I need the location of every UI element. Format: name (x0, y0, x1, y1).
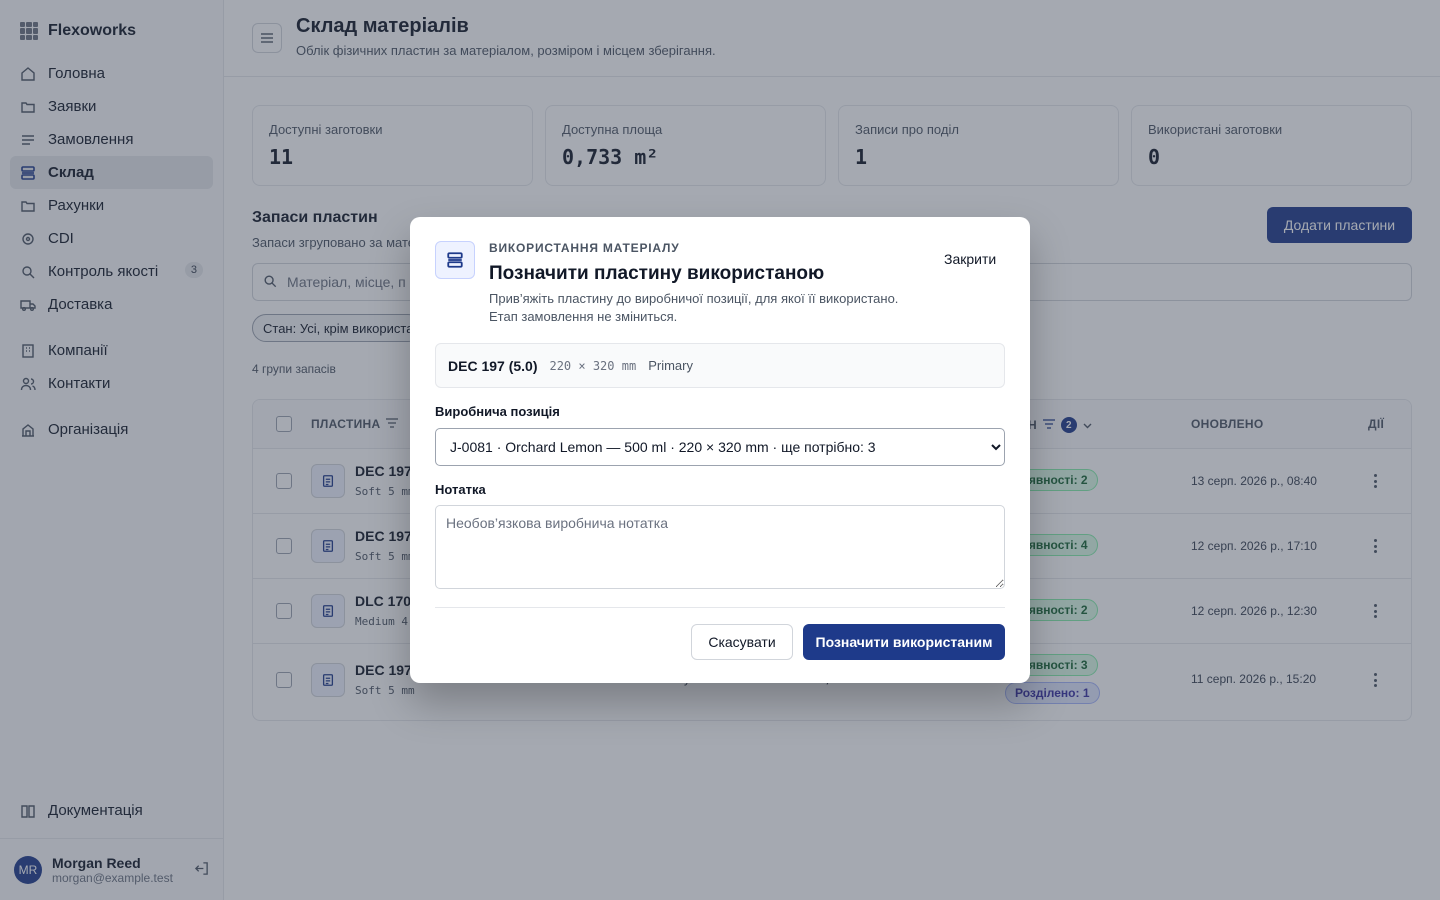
cancel-button[interactable]: Скасувати (691, 624, 793, 660)
note-field[interactable] (435, 505, 1005, 589)
production-position-select[interactable]: J-0081 · Orchard Lemon — 500 ml · 220 × … (435, 428, 1005, 466)
stack-icon (435, 241, 475, 279)
plate-name: DEC 197 (5.0) (448, 357, 538, 374)
divider (435, 607, 1005, 608)
selected-plate-summary: DEC 197 (5.0) 220 × 320 mm Primary (435, 343, 1005, 388)
note-label: Нотатка (435, 482, 486, 497)
plate-size: 220 × 320 mm (549, 358, 637, 373)
dialog-description: Прив’яжіть пластину до виробничої позиці… (489, 291, 899, 324)
position-label: Виробнича позиція (435, 404, 560, 419)
close-button[interactable]: Закрити (934, 247, 1006, 271)
mark-used-button[interactable]: Позначити використаним (803, 624, 1005, 660)
plate-tag: Primary (648, 358, 693, 373)
dialog-title: Позначити пластину використаною (489, 263, 825, 284)
dialog-kicker: Використання матеріалу (489, 241, 680, 255)
mark-used-dialog: Використання матеріалу Позначити пластин… (410, 217, 1030, 683)
